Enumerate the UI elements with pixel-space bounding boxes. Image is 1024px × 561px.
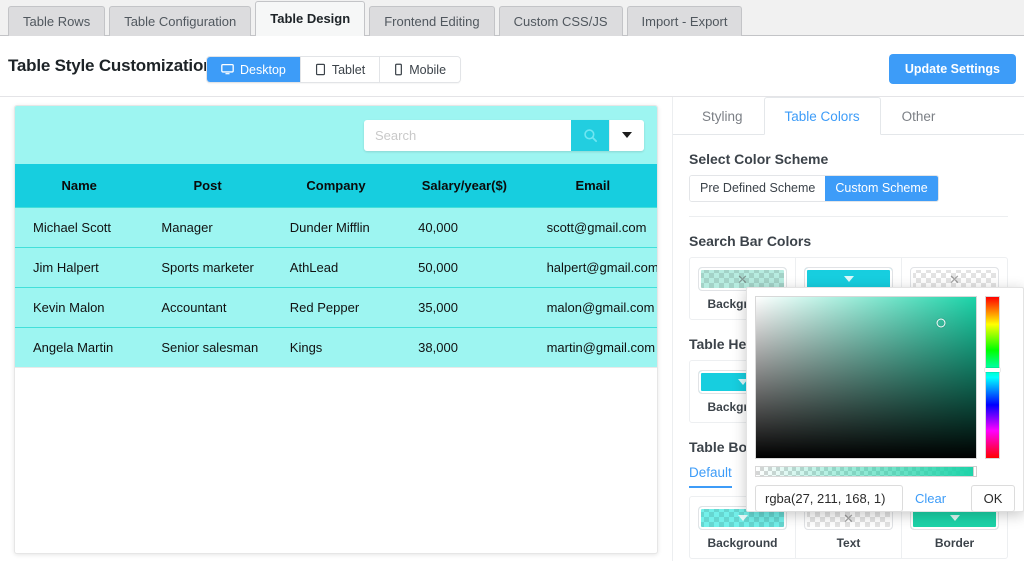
update-settings-button[interactable]: Update Settings [889,54,1016,84]
hue-handle[interactable] [985,368,1000,372]
column-header-company[interactable]: Company [272,164,400,208]
cell-post: Accountant [143,288,271,328]
color-scheme-section: Select Color Scheme Pre Defined Scheme C… [673,151,1024,217]
cell-salary: 40,000 [400,208,528,248]
cell-post: Manager [143,208,271,248]
section-title-color-scheme: Select Color Scheme [689,151,1008,167]
divider [689,216,1008,217]
preview-data-table: Name Post Company Salary/year($) Email M… [15,164,657,367]
table-preview: Name Post Company Salary/year($) Email M… [14,105,658,554]
cell-salary: 50,000 [400,248,528,288]
color-scheme-toggle: Pre Defined Scheme Custom Scheme [689,175,939,202]
search-icon[interactable] [571,120,609,151]
table-row: Angela Martin Senior salesman Kings 38,0… [15,328,657,368]
cell-name: Jim Halpert [15,248,143,288]
table-row: Jim Halpert Sports marketer AthLead 50,0… [15,248,657,288]
caret-down-icon[interactable] [609,120,644,151]
tab-table-design[interactable]: Table Design [255,1,365,37]
cell-email: scott@gmail.com [529,208,657,248]
device-button-desktop[interactable]: Desktop [207,57,301,82]
panel-tab-bar: Styling Table Colors Other [673,97,1024,135]
table-row: Kevin Malon Accountant Red Pepper 35,000… [15,288,657,328]
scheme-button-custom[interactable]: Custom Scheme [825,176,937,201]
device-label-tablet: Tablet [332,63,365,77]
cell-email: halpert@gmail.com [529,248,657,288]
table-row: Michael Scott Manager Dunder Mifflin 40,… [15,208,657,248]
cell-post: Senior salesman [143,328,271,368]
saturation-handle[interactable] [936,318,945,327]
tab-table-rows[interactable]: Table Rows [8,6,105,36]
swatch-label-body-text: Text [837,536,861,550]
swatch-label-body-background: Background [707,536,777,550]
column-header-salary[interactable]: Salary/year($) [400,164,528,208]
ok-button[interactable]: OK [971,485,1015,512]
tab-frontend-editing[interactable]: Frontend Editing [369,6,494,36]
preview-search-widget [364,120,644,151]
cell-company: AthLead [272,248,400,288]
color-value-input[interactable] [755,485,903,512]
cell-post: Sports marketer [143,248,271,288]
scheme-button-predefined[interactable]: Pre Defined Scheme [690,176,825,201]
alpha-slider[interactable] [755,466,977,477]
swatch-label-body-border: Border [935,536,974,550]
column-header-name[interactable]: Name [15,164,143,208]
cell-company: Red Pepper [272,288,400,328]
alpha-handle[interactable] [973,466,977,477]
preview-search-row [15,106,657,164]
cell-email: martin@gmail.com [529,328,657,368]
cell-name: Angela Martin [15,328,143,368]
cell-name: Kevin Malon [15,288,143,328]
main-tab-strip: Table Rows Table Configuration Table Des… [0,0,1024,36]
color-picker-popup: Clear OK [746,287,1024,512]
cell-salary: 38,000 [400,328,528,368]
device-button-mobile[interactable]: Mobile [380,57,460,82]
tab-custom-css-js[interactable]: Custom CSS/JS [499,6,623,36]
cell-email: malon@gmail.com [529,288,657,328]
cell-salary: 35,000 [400,288,528,328]
tablet-icon [315,63,326,76]
device-label-mobile: Mobile [409,63,446,77]
hue-slider[interactable] [985,296,1000,459]
table-design-screen: Table Rows Table Configuration Table Des… [0,0,1024,561]
cell-company: Dunder Mifflin [272,208,400,248]
tab-table-configuration[interactable]: Table Configuration [109,6,251,36]
device-label-desktop: Desktop [240,63,286,77]
page-header: Table Style Customization Desktop Tablet… [0,36,1024,97]
page-title: Table Style Customization [8,56,213,76]
tab-import-export[interactable]: Import - Export [627,6,743,36]
device-button-tablet[interactable]: Tablet [301,57,380,82]
search-input[interactable] [364,120,571,151]
tab-styling[interactable]: Styling [681,97,764,135]
preview-footer-divider [15,367,657,374]
desktop-icon [221,63,234,76]
cell-company: Kings [272,328,400,368]
color-picker-footer: Clear OK [755,485,1015,512]
subtab-default[interactable]: Default [689,465,732,488]
color-picker-body [755,296,1015,477]
tab-table-colors[interactable]: Table Colors [764,97,881,135]
tab-other[interactable]: Other [881,97,957,135]
column-header-post[interactable]: Post [143,164,271,208]
table-header-row: Name Post Company Salary/year($) Email [15,164,657,208]
column-header-email[interactable]: Email [529,164,657,208]
device-preview-toggle: Desktop Tablet Mobile [206,56,461,83]
saturation-value-area[interactable] [755,296,977,459]
mobile-icon [394,63,403,76]
section-title-search-bar-colors: Search Bar Colors [689,233,1008,249]
clear-color-button[interactable]: Clear [915,491,946,506]
cell-name: Michael Scott [15,208,143,248]
